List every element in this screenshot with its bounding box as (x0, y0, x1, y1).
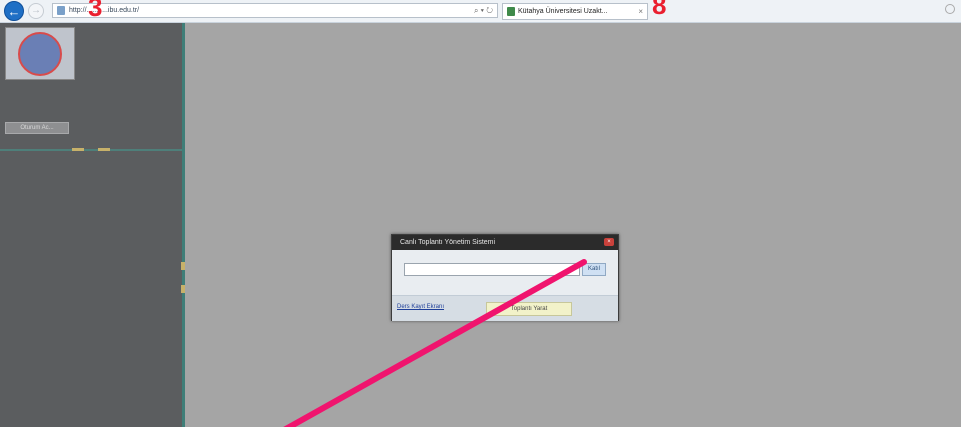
address-tools[interactable]: ⌕ ▾ ↻ (474, 4, 493, 17)
dialog-footer-link[interactable]: Ders Kayıt Ekranı (397, 304, 444, 310)
browser-toolbar: ← → http://...........ibu.edu.tr/ ⌕ ▾ ↻ … (0, 0, 961, 23)
dialog-footer-button[interactable]: Toplantı Yarat (486, 302, 572, 316)
forward-button[interactable]: → (28, 3, 44, 19)
university-seal-logo (18, 31, 62, 76)
address-text: http://...........ibu.edu.tr/ (69, 7, 140, 14)
close-icon[interactable]: × (604, 238, 614, 246)
browser-tab[interactable]: Kütahya Üniversitesi Uzakt... × (502, 3, 648, 20)
main-content-overlay (185, 23, 961, 427)
dialog-input-field[interactable] (404, 263, 580, 276)
tab-favicon-icon (507, 7, 515, 16)
divider-marker (72, 148, 84, 151)
login-dialog: Canlı Toplantı Yönetim Sistemi × Katıl D… (391, 234, 619, 321)
dialog-footer: Ders Kayıt Ekranı Toplantı Yarat (392, 295, 618, 321)
back-button[interactable]: ← (4, 1, 24, 21)
arrow-right-icon: → (31, 5, 41, 16)
arrow-left-icon: ← (7, 3, 21, 19)
sidebar-small-button[interactable]: Oturum Ac... (5, 122, 69, 134)
university-logo (5, 27, 75, 80)
annotation-number-three: 3 (88, 0, 103, 22)
settings-icon[interactable] (945, 4, 955, 14)
dialog-action-button[interactable]: Katıl (582, 263, 606, 276)
left-sidebar: Oturum Ac... (0, 23, 184, 427)
annotation-number-eight: 8 (652, 0, 667, 20)
address-bar[interactable]: http://...........ibu.edu.tr/ ⌕ ▾ ↻ (52, 3, 498, 18)
page-icon (57, 6, 65, 15)
sidebar-divider (0, 149, 182, 151)
divider-marker (98, 148, 110, 151)
dialog-title: Canlı Toplantı Yönetim Sistemi (392, 235, 618, 250)
tab-close-icon[interactable]: × (638, 4, 643, 19)
tab-title: Kütahya Üniversitesi Uzakt... (518, 8, 608, 15)
